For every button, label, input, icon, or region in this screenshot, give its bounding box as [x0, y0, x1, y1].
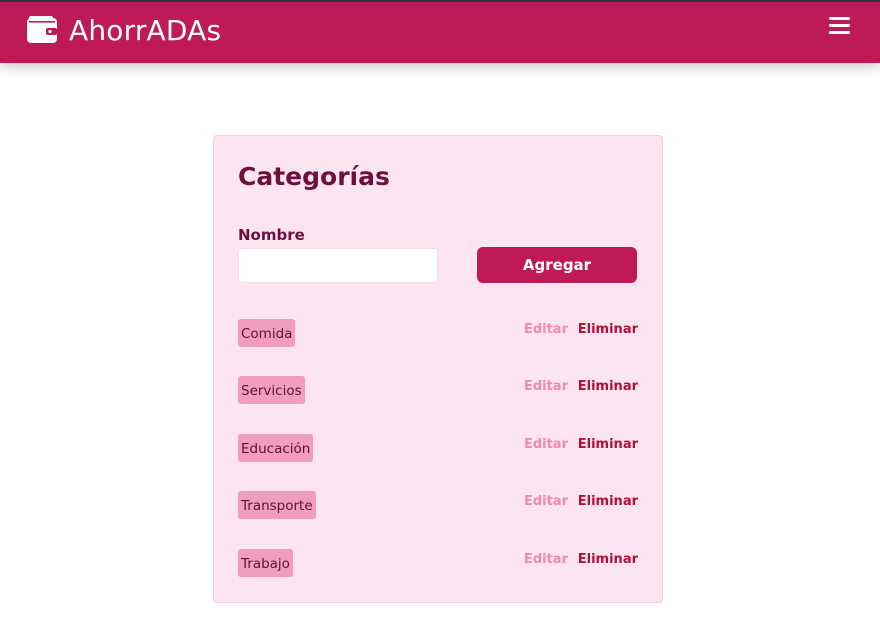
delete-category-link[interactable]: Eliminar: [578, 322, 638, 337]
category-row: Trabajo Editar Eliminar: [238, 549, 638, 577]
edit-category-link[interactable]: Editar: [524, 494, 568, 509]
delete-category-link[interactable]: Eliminar: [578, 552, 638, 567]
category-tag: Transporte: [238, 491, 316, 519]
categories-panel: Categorías Nombre Agregar Comida Editar …: [213, 135, 663, 603]
add-category-button[interactable]: Agregar: [477, 247, 637, 283]
brand-title: AhorrADAs: [69, 13, 222, 47]
category-tag: Trabajo: [238, 549, 293, 577]
brand[interactable]: AhorrADAs: [26, 10, 221, 50]
top-navbar: AhorrADAs: [0, 0, 880, 63]
category-name-input[interactable]: [238, 248, 438, 283]
category-row: Transporte Editar Eliminar: [238, 491, 638, 519]
edit-category-link[interactable]: Editar: [524, 322, 568, 337]
edit-category-link[interactable]: Editar: [524, 437, 568, 452]
category-row: Comida Editar Eliminar: [238, 319, 638, 347]
category-tag: Educación: [238, 434, 314, 462]
delete-category-link[interactable]: Eliminar: [578, 379, 638, 394]
category-tag: Servicios: [238, 376, 305, 404]
hamburger-menu-icon[interactable]: [829, 15, 851, 35]
category-row: Educación Editar Eliminar: [238, 434, 638, 462]
category-tag: Comida: [238, 319, 296, 347]
panel-title: Categorías: [238, 162, 390, 191]
edit-category-link[interactable]: Editar: [524, 552, 568, 567]
wallet-icon: [27, 16, 57, 43]
name-label: Nombre: [238, 226, 305, 244]
delete-category-link[interactable]: Eliminar: [578, 437, 638, 452]
category-row: Servicios Editar Eliminar: [238, 376, 638, 404]
delete-category-link[interactable]: Eliminar: [578, 494, 638, 509]
edit-category-link[interactable]: Editar: [524, 379, 568, 394]
